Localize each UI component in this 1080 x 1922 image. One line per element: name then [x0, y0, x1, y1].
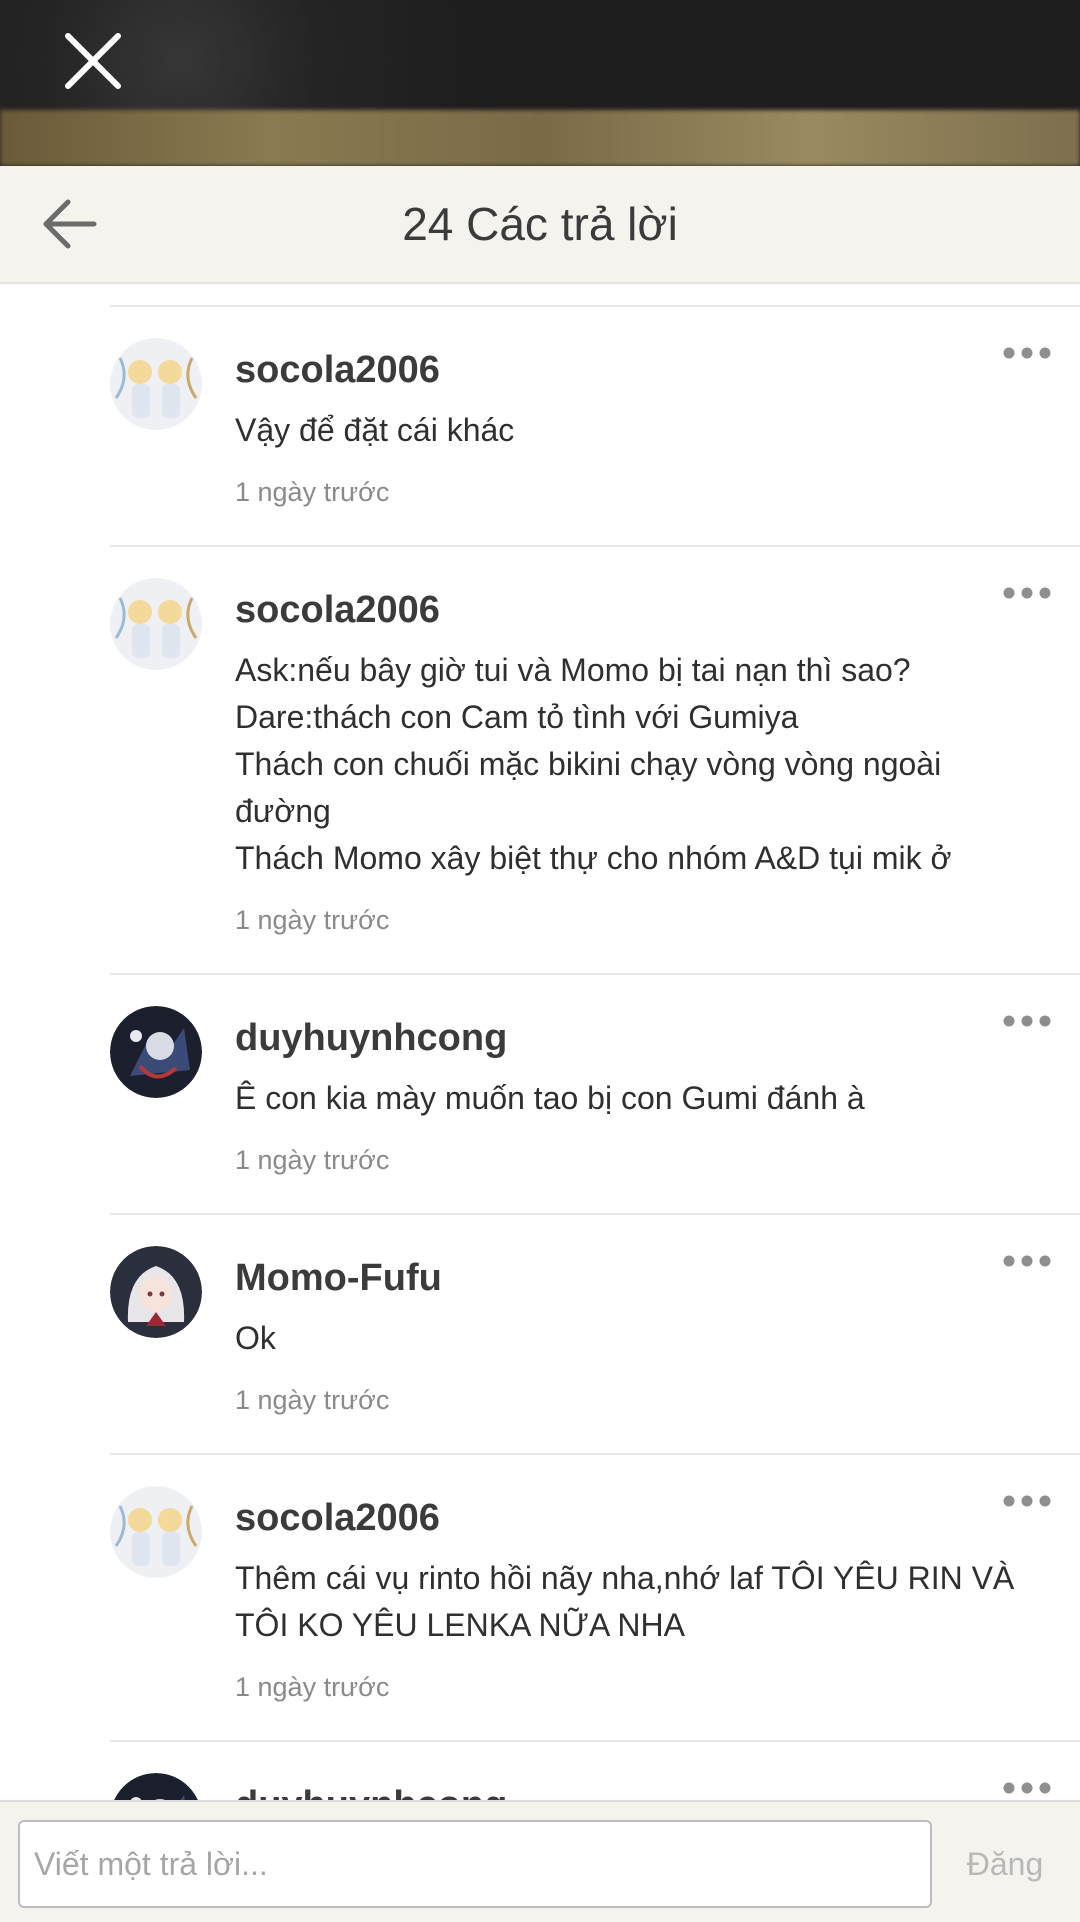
dark-anime-avatar-icon — [110, 1006, 202, 1098]
reply-timestamp: 1 ngày trước — [235, 1672, 390, 1702]
reply-text-line: đường — [235, 793, 331, 829]
background-artwork-strip — [0, 110, 1080, 166]
more-options-button[interactable] — [1002, 581, 1052, 605]
reply-text: Thêm cái vụ rinto hồi nãy nha,nhớ laf TÔ… — [235, 1555, 1060, 1649]
reply-text-line: Thách Momo xây biệt thự cho nhóm A&D tụi… — [235, 840, 952, 876]
more-options-icon — [1003, 1015, 1051, 1027]
more-options-icon — [1003, 587, 1051, 599]
reply-item: duyhuynhcong Ê con kia mày muốn tao bị c… — [110, 975, 1080, 1215]
avatar[interactable] — [110, 1486, 202, 1578]
reply-text-line: Thách con chuối mặc bikini chạy vòng vòn… — [235, 746, 942, 782]
reply-timestamp: 1 ngày trước — [235, 477, 390, 507]
reply-username[interactable]: socola2006 — [235, 347, 440, 393]
reply-timestamp: 1 ngày trước — [235, 1385, 390, 1415]
anime-twins-avatar-icon — [110, 578, 202, 670]
more-options-icon — [1003, 1495, 1051, 1507]
more-options-button[interactable] — [1002, 341, 1052, 365]
reply-text-line: TÔI KO YÊU LENKA NỮA NHA — [235, 1607, 685, 1643]
reply-username[interactable]: Momo-Fufu — [235, 1255, 442, 1301]
reply-username[interactable]: socola2006 — [235, 587, 440, 633]
close-button[interactable] — [60, 28, 126, 94]
avatar[interactable] — [110, 1006, 202, 1098]
reply-text-line: Dare:thách con Cam tỏ tình với Gumiya — [235, 699, 799, 735]
avatar[interactable] — [110, 338, 202, 430]
reply-text: Vậy để đặt cái khác — [235, 407, 1060, 454]
reply-username[interactable]: duyhuynhcong — [235, 1015, 507, 1061]
reply-username[interactable]: socola2006 — [235, 1495, 440, 1541]
more-options-icon — [1003, 347, 1051, 359]
reply-input[interactable] — [18, 1820, 932, 1908]
reply-timestamp: 1 ngày trước — [235, 1145, 390, 1175]
reply-text: Ok — [235, 1315, 1060, 1362]
post-button[interactable]: Đăng — [930, 1820, 1080, 1908]
reply-text-line: Ok — [235, 1320, 276, 1356]
avatar[interactable] — [110, 578, 202, 670]
reply-username[interactable]: duyhuynhcong — [235, 1782, 507, 1800]
anime-twins-avatar-icon — [110, 1486, 202, 1578]
reply-item: socola2006 Vậy để đặt cái khác 1 ngày tr… — [110, 307, 1080, 547]
more-options-button[interactable] — [1002, 1009, 1052, 1033]
reply-composer: Đăng — [0, 1800, 1080, 1922]
more-options-button[interactable] — [1002, 1249, 1052, 1273]
reply-item: Momo-Fufu Ok 1 ngày trước — [110, 1215, 1080, 1455]
background-artwork-dark — [0, 0, 1080, 112]
more-options-button[interactable] — [1002, 1776, 1052, 1800]
reply-text: Ê con kia mày muốn tao bị con Gumi đánh … — [235, 1075, 1060, 1122]
reply-timestamp: 1 ngày trước — [235, 905, 390, 935]
avatar[interactable] — [110, 1246, 202, 1338]
page-title: 24 Các trả lời — [402, 198, 678, 250]
dark-anime-avatar-icon — [114, 1773, 198, 1800]
background-overlay — [0, 0, 1080, 166]
more-options-icon — [1003, 1255, 1051, 1267]
avatar[interactable] — [110, 1773, 202, 1800]
reply-item: duyhuynhcong — [110, 1742, 1080, 1800]
anime-twins-avatar-icon — [110, 338, 202, 430]
reply-text-line: Vậy để đặt cái khác — [235, 412, 515, 448]
close-icon — [65, 33, 121, 89]
reply-text-line: Ask:nếu bây giờ tui và Momo bị tai nạn t… — [235, 652, 911, 688]
replies-list[interactable]: socola2006 Vậy để đặt cái khác 1 ngày tr… — [0, 282, 1080, 1800]
reply-text-line: Ê con kia mày muốn tao bị con Gumi đánh … — [235, 1080, 865, 1116]
more-options-icon — [1003, 1782, 1051, 1794]
replies-header: 24 Các trả lời — [0, 166, 1080, 284]
more-options-button[interactable] — [1002, 1489, 1052, 1513]
reply-item: socola2006 Ask:nếu bây giờ tui và Momo b… — [110, 547, 1080, 975]
white-hair-girl-avatar-icon — [110, 1246, 202, 1338]
reply-text: Ask:nếu bây giờ tui và Momo bị tai nạn t… — [235, 647, 1060, 882]
reply-text-line: Thêm cái vụ rinto hồi nãy nha,nhớ laf TÔ… — [235, 1560, 1015, 1596]
reply-item: socola2006 Thêm cái vụ rinto hồi nãy nha… — [110, 1455, 1080, 1742]
